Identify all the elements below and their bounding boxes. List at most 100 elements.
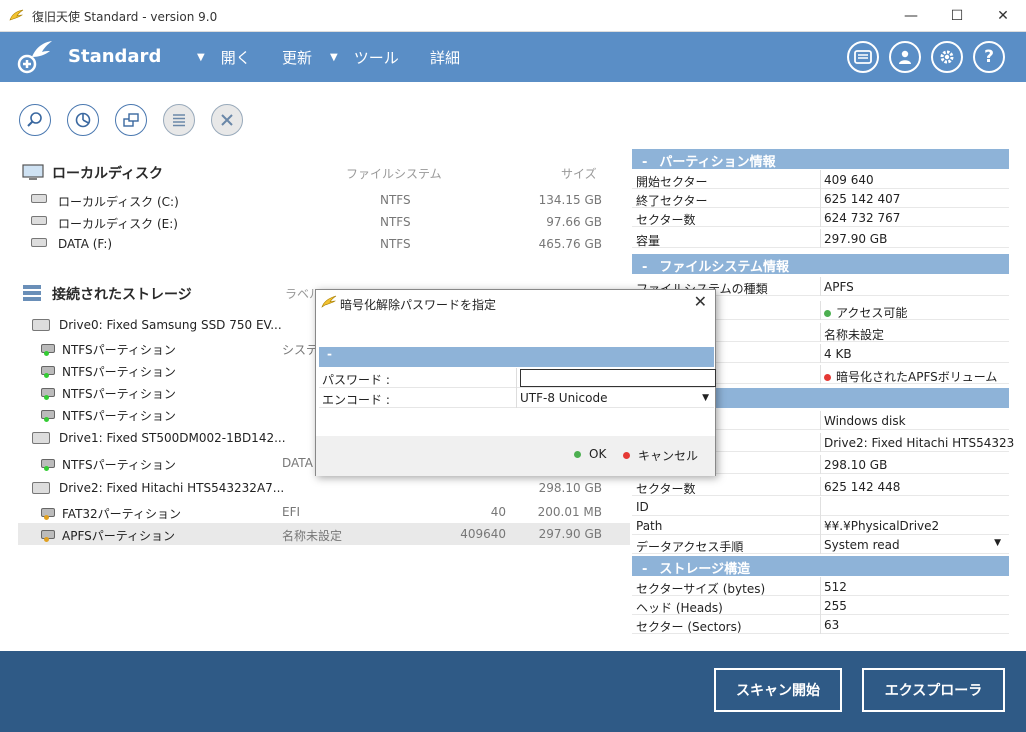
menu-tools[interactable]: ▼ ツール	[330, 47, 399, 68]
pie-chart-icon[interactable]	[67, 104, 99, 136]
list-item[interactable]: ローカルディスク (C:) NTFS 134.15 GB	[18, 189, 630, 211]
password-label: パスワード :	[322, 373, 390, 387]
local-disk-title: ローカルディスク	[52, 166, 164, 182]
info-value: 298.10 GB	[824, 458, 888, 472]
gear-icon[interactable]	[931, 41, 963, 73]
list-item[interactable]: ローカルディスク (E:) NTFS 97.66 GB	[18, 211, 630, 233]
hard-drive-icon	[32, 482, 50, 494]
divider	[820, 208, 821, 227]
close-icon[interactable]	[211, 104, 243, 136]
angel-wing-icon	[321, 295, 337, 308]
info-value: Windows disk	[824, 414, 906, 428]
caret-down-icon: ▼	[702, 393, 709, 403]
info-value: 4 KB	[824, 347, 852, 361]
card-icon[interactable]	[847, 41, 879, 73]
info-value: 名称未設定	[824, 328, 885, 342]
info-value: APFS	[824, 280, 854, 294]
maximize-button[interactable]: ☐	[934, 0, 980, 32]
divider	[820, 535, 821, 554]
col-size: サイズ	[561, 167, 597, 181]
menu-open[interactable]: ▼ 開く	[197, 47, 251, 68]
divider	[820, 577, 821, 596]
brand-name: Standard	[68, 46, 162, 67]
dialog-section-header: -	[319, 347, 714, 367]
partition-icon	[41, 366, 55, 378]
divider	[820, 433, 821, 452]
info-value: 624 732 767	[824, 211, 901, 225]
minimize-button[interactable]: —	[888, 0, 934, 32]
caret-down-icon: ▼	[197, 52, 205, 63]
divider	[820, 497, 821, 516]
encoding-select[interactable]: UTF-8 Unicode ▼	[520, 391, 713, 405]
search-icon[interactable]	[19, 104, 51, 136]
divider	[820, 323, 821, 342]
encoding-label: エンコード :	[322, 393, 390, 407]
divider	[820, 455, 821, 474]
divider	[820, 615, 821, 634]
status-dot-icon	[824, 310, 831, 317]
header-bar: Standard ▼ 開く 更新 ▼ ツール 詳細 ?	[0, 32, 1026, 82]
col-filesystem: ファイルシステム	[346, 167, 442, 181]
divider	[820, 229, 821, 248]
hard-drive-icon	[31, 194, 47, 203]
menu-refresh[interactable]: 更新	[282, 47, 312, 68]
dialog-footer: OK キャンセル	[316, 436, 715, 476]
divider	[820, 344, 821, 363]
caret-down-icon: ▼	[994, 538, 1001, 548]
partition-icon	[41, 410, 55, 422]
brand-logo	[17, 41, 52, 74]
partition-icon	[41, 459, 55, 471]
connected-storage-title: 接続されたストレージ	[52, 287, 192, 303]
divider	[820, 301, 821, 320]
partition-row[interactable]: APFSパーティション 名称未設定 409640 297.90 GB	[18, 523, 630, 545]
partition-icon	[41, 508, 55, 520]
hard-drive-icon	[32, 319, 50, 331]
storage-stack-icon	[23, 285, 41, 301]
encoding-row[interactable]: エンコード : UTF-8 Unicode ▼	[319, 388, 714, 408]
user-icon[interactable]	[889, 41, 921, 73]
menu-details[interactable]: 詳細	[430, 47, 460, 68]
info-row: 容量 297.90 GB	[632, 229, 1009, 248]
info-row: セクター数 624 732 767	[632, 208, 1009, 227]
info-row[interactable]: データアクセス手順 System read ▼	[632, 535, 1009, 554]
copy-disk-icon[interactable]	[115, 104, 147, 136]
section-header-partition[interactable]: - パーティション情報	[632, 149, 1009, 170]
section-header-structure[interactable]: - ストレージ構造	[632, 556, 1009, 577]
decrypt-password-dialog: 暗号化解除パスワードを指定 ✕ - パスワード : エンコード : UTF-8 …	[315, 289, 716, 476]
hard-drive-icon	[31, 216, 47, 225]
info-row: 開始セクター 409 640	[632, 170, 1009, 189]
close-window-button[interactable]: ✕	[980, 0, 1026, 32]
divider	[820, 189, 821, 208]
disk-row[interactable]: Drive2: Fixed Hitachi HTS543232A7... 298.…	[18, 477, 630, 499]
status-dot-icon	[824, 374, 831, 381]
info-value: 297.90 GB	[824, 232, 888, 246]
divider	[820, 170, 821, 189]
cancel-button[interactable]: キャンセル	[623, 447, 698, 464]
divider	[516, 388, 517, 408]
info-value: ¥¥.¥PhysicalDrive2	[824, 519, 940, 533]
explorer-button[interactable]: エクスプローラ	[862, 668, 1005, 712]
info-row: セクター (Sectors) 63	[632, 615, 1009, 634]
monitor-icon	[22, 164, 44, 180]
help-icon[interactable]: ?	[973, 41, 1005, 73]
ok-button[interactable]: OK	[574, 447, 606, 461]
dialog-close-button[interactable]: ✕	[694, 292, 707, 311]
window-title: 復旧天使 Standard - version 9.0	[32, 10, 218, 24]
info-row: 終了セクター 625 142 407	[632, 189, 1009, 208]
list-icon[interactable]	[163, 104, 195, 136]
start-scan-button[interactable]: スキャン開始	[714, 668, 842, 712]
password-row: パスワード :	[319, 368, 716, 388]
info-value: System read	[824, 538, 900, 552]
divider	[820, 596, 821, 615]
password-input[interactable]	[520, 369, 716, 387]
list-item[interactable]: DATA (F:) NTFS 465.76 GB	[18, 233, 630, 255]
hard-drive-icon	[32, 432, 50, 444]
divider	[820, 516, 821, 535]
ok-dot-icon	[574, 450, 581, 458]
dialog-title: 暗号化解除パスワードを指定	[340, 298, 497, 312]
section-header-filesystem[interactable]: - ファイルシステム情報	[632, 254, 1009, 275]
title-bar: 復旧天使 Standard - version 9.0 — ☐ ✕	[0, 0, 1026, 32]
info-row: Path ¥¥.¥PhysicalDrive2	[632, 516, 1009, 535]
divider	[516, 368, 517, 388]
partition-row[interactable]: FAT32パーティション EFI 40 200.01 MB	[18, 501, 630, 523]
